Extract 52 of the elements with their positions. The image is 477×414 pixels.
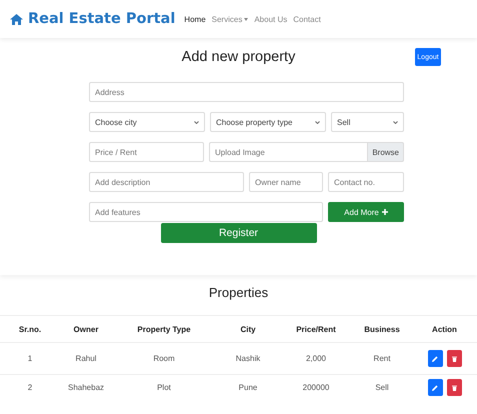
input-field[interactable]: Address xyxy=(89,82,404,102)
trash-icon xyxy=(452,356,456,362)
chevron-icon xyxy=(315,120,320,124)
select-field[interactable]: Choose city xyxy=(89,112,205,132)
house-icon xyxy=(10,14,23,24)
select-field[interactable]: Sell xyxy=(331,112,404,132)
page-heading: Add new property xyxy=(182,49,296,65)
add-more-button[interactable]: Add More xyxy=(328,202,404,222)
column-header: Business xyxy=(352,316,412,343)
delete-button[interactable] xyxy=(446,350,462,367)
nav-link[interactable]: About Us xyxy=(254,12,288,26)
input-field[interactable]: Contact no. xyxy=(328,172,404,192)
input-field[interactable]: Add description xyxy=(89,172,244,192)
register-button[interactable]: Register xyxy=(160,223,316,243)
edit-button[interactable] xyxy=(428,350,442,367)
table-cell: Rent xyxy=(352,343,412,375)
pencil-icon xyxy=(432,356,438,362)
column-header: City xyxy=(216,316,280,343)
table-cell-text: Shahebaz xyxy=(66,382,106,394)
column-header: Action xyxy=(412,316,477,343)
nav-link[interactable]: Contact xyxy=(293,12,321,26)
table-cell: Nashik xyxy=(216,343,280,375)
table-cell: Room xyxy=(112,343,216,375)
input-field[interactable]: Owner name xyxy=(249,172,323,192)
brand-title[interactable]: Real Estate Portal xyxy=(28,11,176,27)
browse-button[interactable]: Browse xyxy=(367,142,404,162)
file-field[interactable]: Upload Image xyxy=(209,142,368,162)
edit-button[interactable] xyxy=(428,379,442,396)
column-header: Sr.no. xyxy=(0,316,60,343)
chevron-icon xyxy=(194,120,199,124)
chevron-icon xyxy=(393,120,398,124)
input-field[interactable]: Add features xyxy=(89,202,323,222)
plus-icon xyxy=(382,209,388,215)
table-cell-text: Plot xyxy=(156,382,172,394)
table-cell: Rahul xyxy=(60,343,112,375)
section-heading: Properties xyxy=(208,285,270,302)
column-header: Property Type xyxy=(112,316,216,343)
table-cell-text: Sell xyxy=(374,382,390,394)
nav-link[interactable]: Home xyxy=(184,12,206,26)
table-cell-text: 200000 xyxy=(302,382,330,394)
nav-link[interactable]: Services xyxy=(212,12,248,26)
delete-button[interactable] xyxy=(446,379,462,396)
column-header: Price/Rent xyxy=(280,316,352,343)
table-cell-text: 2 xyxy=(26,382,34,394)
column-header: Owner xyxy=(60,316,112,343)
trash-icon xyxy=(452,384,456,390)
input-field[interactable]: Price / Rent xyxy=(89,142,204,162)
table-cell-text: Pune xyxy=(238,382,258,394)
pencil-icon xyxy=(432,384,438,390)
table-cell: 2,000 xyxy=(280,343,352,375)
table-cell: 1 xyxy=(0,343,60,375)
select-field[interactable]: Choose property type xyxy=(210,112,326,132)
